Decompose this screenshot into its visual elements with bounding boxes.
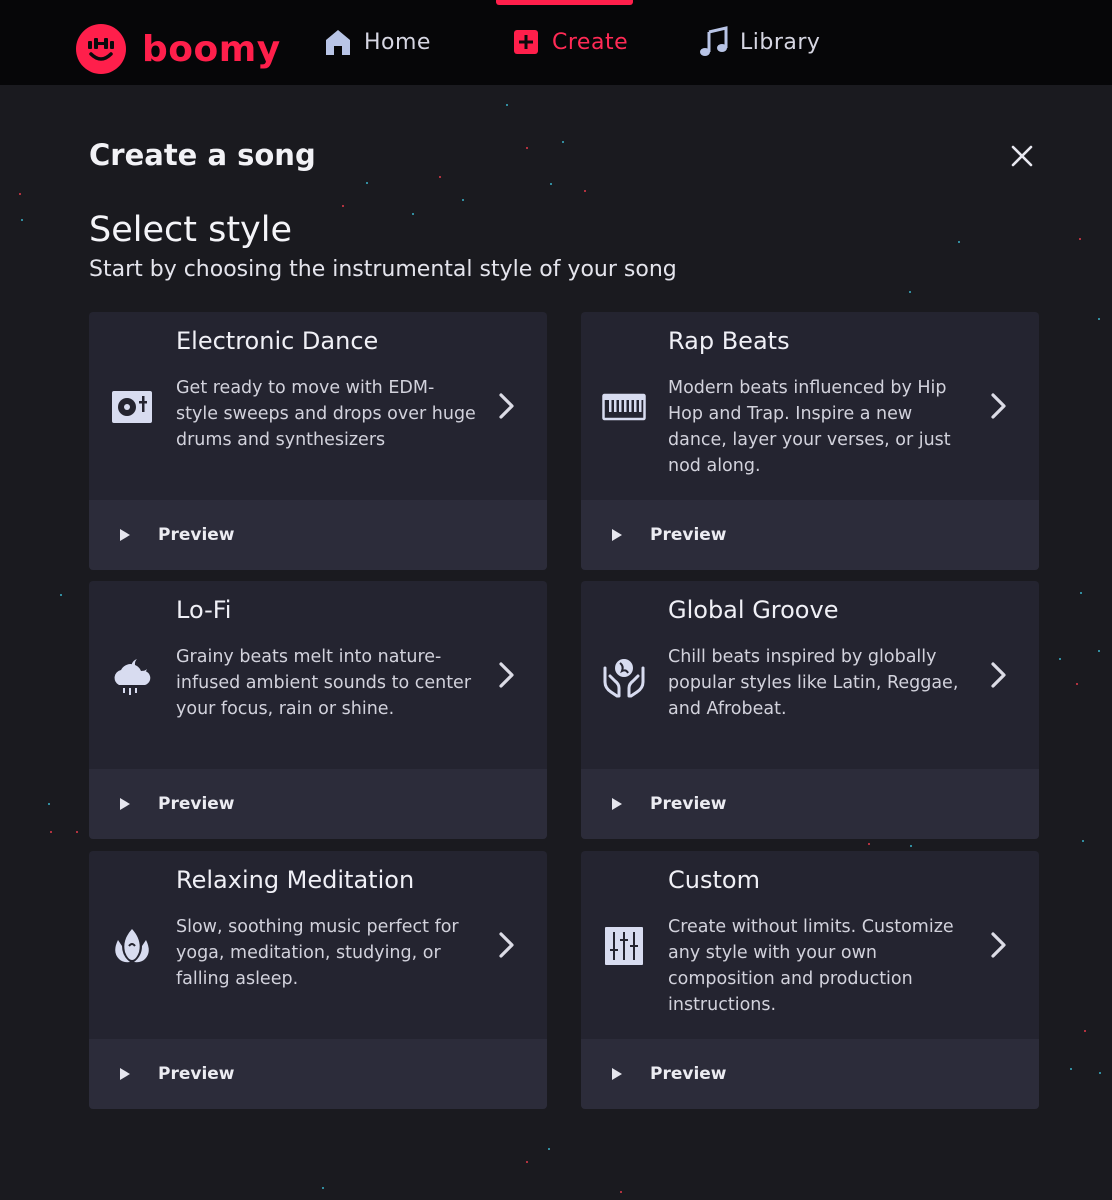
- play-icon: [120, 529, 130, 541]
- preview-button[interactable]: Preview: [89, 1039, 547, 1109]
- chevron-right-icon[interactable]: [494, 660, 520, 690]
- turntable-icon: [109, 384, 155, 430]
- active-tab-indicator: [496, 0, 633, 5]
- nav-home[interactable]: Home: [322, 22, 431, 62]
- play-icon: [120, 798, 130, 810]
- play-icon: [612, 529, 622, 541]
- style-card-title: Global Groove: [668, 596, 839, 624]
- mixer-sliders-icon: [601, 923, 647, 969]
- close-icon: [1011, 145, 1033, 167]
- boomy-logo-icon: [76, 24, 126, 74]
- preview-button[interactable]: Preview: [581, 1039, 1039, 1109]
- nav-create[interactable]: Create: [510, 22, 628, 62]
- preview-label: Preview: [650, 1064, 727, 1084]
- close-button[interactable]: [1005, 139, 1039, 173]
- brand-name: boomy: [142, 28, 281, 70]
- preview-button[interactable]: Preview: [89, 500, 547, 570]
- section-title: Select style: [89, 210, 293, 250]
- lotus-icon: [109, 923, 155, 969]
- style-card-electronic-dance[interactable]: Electronic Dance Get ready to move with …: [89, 312, 547, 570]
- style-card-title: Relaxing Meditation: [176, 866, 415, 894]
- play-icon: [612, 1068, 622, 1080]
- style-card-description: Create without limits. Customize any sty…: [668, 917, 954, 1015]
- home-icon: [322, 26, 354, 58]
- style-card-lo-fi[interactable]: Lo-Fi Grainy beats melt into nature-infu…: [89, 581, 547, 839]
- style-card-title: Custom: [668, 866, 760, 894]
- style-card-description: Modern beats influenced by Hip Hop and T…: [668, 378, 951, 476]
- preview-label: Preview: [650, 525, 727, 545]
- style-card-body[interactable]: Electronic Dance Get ready to move with …: [89, 312, 547, 500]
- nav-create-label: Create: [552, 29, 629, 55]
- style-card-title: Electronic Dance: [176, 327, 379, 355]
- section-subtitle: Start by choosing the instrumental style…: [89, 257, 677, 282]
- style-card-global-groove[interactable]: Global Groove Chill beats inspired by gl…: [581, 581, 1039, 839]
- preview-label: Preview: [650, 794, 727, 814]
- preview-label: Preview: [158, 1064, 235, 1084]
- keyboard-icon: [601, 384, 647, 430]
- style-card-rap-beats[interactable]: Rap Beats Modern beats influenced by Hip…: [581, 312, 1039, 570]
- preview-button[interactable]: Preview: [89, 769, 547, 839]
- chevron-right-icon[interactable]: [986, 660, 1012, 690]
- style-card-body[interactable]: Custom Create without limits. Customize …: [581, 851, 1039, 1039]
- preview-button[interactable]: Preview: [581, 500, 1039, 570]
- style-card-description: Chill beats inspired by globally popular…: [668, 647, 959, 719]
- chevron-right-icon[interactable]: [986, 391, 1012, 421]
- style-card-body[interactable]: Relaxing Meditation Slow, soothing music…: [89, 851, 547, 1039]
- style-card-title: Rap Beats: [668, 327, 790, 355]
- nav-home-label: Home: [364, 29, 431, 55]
- preview-label: Preview: [158, 525, 235, 545]
- plus-square-icon: [510, 26, 542, 58]
- play-icon: [120, 1068, 130, 1080]
- style-card-body[interactable]: Rap Beats Modern beats influenced by Hip…: [581, 312, 1039, 500]
- style-card-body[interactable]: Global Groove Chill beats inspired by gl…: [581, 581, 1039, 769]
- preview-button[interactable]: Preview: [581, 769, 1039, 839]
- music-note-icon: [698, 26, 730, 58]
- style-card-description: Grainy beats melt into nature-infused am…: [176, 647, 472, 719]
- nav-library-label: Library: [740, 29, 821, 55]
- page-title: Create a song: [89, 138, 316, 172]
- style-card-description: Get ready to move with EDM-style sweeps …: [176, 378, 476, 450]
- style-card-body[interactable]: Lo-Fi Grainy beats melt into nature-infu…: [89, 581, 547, 769]
- chevron-right-icon[interactable]: [986, 930, 1012, 960]
- style-card-description: Slow, soothing music perfect for yoga, m…: [176, 917, 459, 989]
- style-card-relaxing-meditation[interactable]: Relaxing Meditation Slow, soothing music…: [89, 851, 547, 1109]
- play-icon: [612, 798, 622, 810]
- hands-globe-icon: [601, 653, 647, 699]
- top-navigation-bar: boomy Home Create Library: [0, 0, 1112, 85]
- nav-library[interactable]: Library: [698, 22, 820, 62]
- chevron-right-icon[interactable]: [494, 391, 520, 421]
- style-card-title: Lo-Fi: [176, 596, 232, 624]
- rain-cloud-moon-icon: [109, 653, 155, 699]
- brand-logo[interactable]: boomy: [76, 24, 281, 74]
- chevron-right-icon[interactable]: [494, 930, 520, 960]
- preview-label: Preview: [158, 794, 235, 814]
- style-card-custom[interactable]: Custom Create without limits. Customize …: [581, 851, 1039, 1109]
